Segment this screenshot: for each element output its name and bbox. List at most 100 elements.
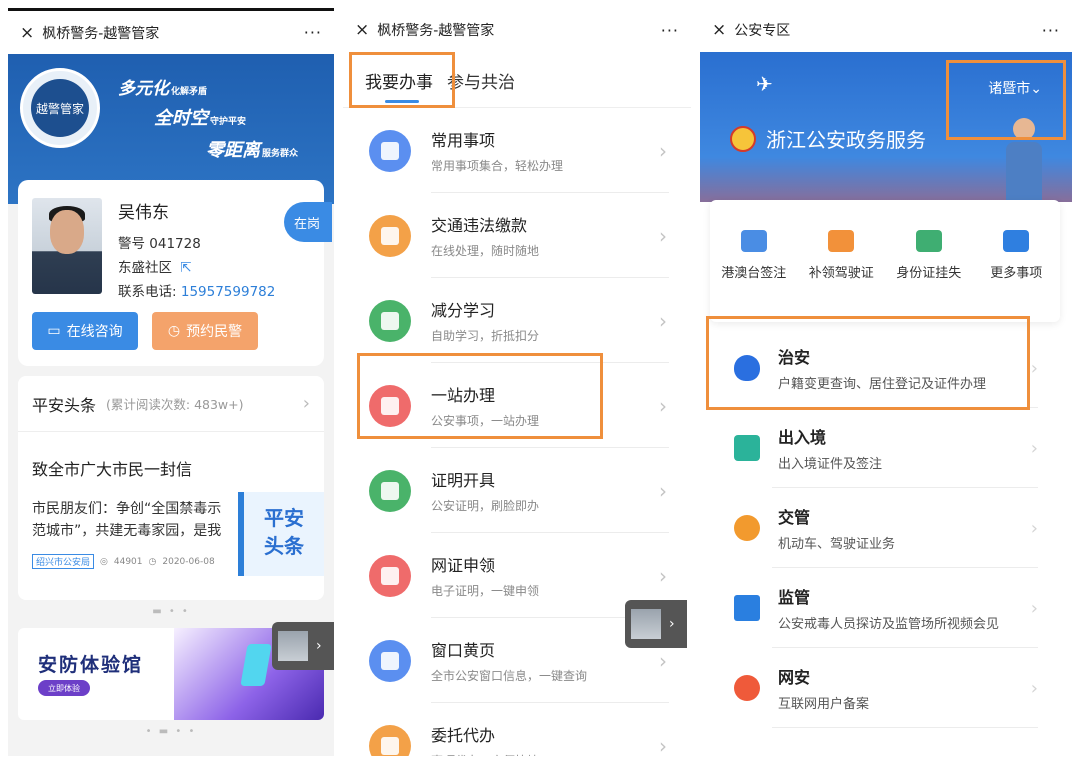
category-subtitle: 出入境证件及签注 (778, 457, 883, 472)
phone-screen-services: × 枫桥警务-越警管家 ··· 我要办事 参与共治 常用事项 常用事项集合，轻松办… (343, 8, 691, 756)
service-title: 常用事项 (431, 131, 496, 150)
service-icon (369, 214, 411, 257)
chat-icon: ▭ (47, 323, 61, 339)
news-meta: 绍兴市公安局 ◎ 44901 ◷ 2020-06-08 (32, 554, 215, 569)
dove-icon: ✈ (756, 72, 773, 96)
share-icon[interactable]: ⇱ (180, 260, 191, 276)
service-subtitle: 全市公安窗口信息，一键查询 (431, 669, 588, 683)
close-icon[interactable]: × (355, 20, 369, 40)
carousel-dots: ▬ • • (152, 606, 190, 617)
news-source: 绍兴市公安局 (32, 554, 95, 569)
service-list-item[interactable]: 委托代办事项代办，方便快捷 › (343, 703, 691, 756)
service-title: 交通违法缴款 (431, 216, 528, 235)
service-subtitle: 自助学习，折抵扣分 (431, 329, 540, 343)
carousel-dots: • ▬ • • (145, 726, 197, 737)
police-emblem-logo: 越警管家 (20, 68, 100, 148)
online-consult-button[interactable]: ▭ 在线咨询 (32, 312, 138, 350)
police-category-item[interactable]: 网安 互联网用户备案 › (700, 648, 1072, 728)
police-category-item[interactable]: 监管公安戒毒人员探访及监管场所视频会见 › (700, 568, 1072, 648)
service-icon (369, 469, 411, 512)
view-count: 44901 (113, 556, 143, 567)
slogan-line-2: 全时空 守护平安 (154, 108, 247, 129)
floating-video-thumbnail[interactable]: › (272, 622, 334, 670)
chevron-right-icon: › (659, 478, 667, 503)
topbar-title: 枫桥警务-越警管家 (42, 25, 160, 42)
close-icon[interactable]: × (712, 20, 726, 40)
floating-video-thumbnail[interactable]: › (625, 600, 687, 648)
service-title: 网证申领 (431, 556, 496, 575)
service-list-item[interactable]: 减分学习 自助学习，折抵扣分 › (343, 278, 691, 363)
chevron-right-icon: › (659, 223, 667, 248)
news-headline[interactable]: 致全市广大市民一封信 (32, 456, 192, 480)
service-list-item[interactable]: 交通违法缴款在线处理，随时随地 › (343, 193, 691, 278)
read-count: (累计阅读次数: 483w+) (106, 397, 244, 412)
quick-menu-item[interactable]: 身份证挂失 (885, 230, 973, 322)
service-subtitle: 电子证明，一键申领 (431, 584, 540, 598)
category-icon (732, 513, 762, 543)
tab-co-governance[interactable]: 参与共治 (447, 68, 515, 107)
clock-icon: ◷ (167, 323, 181, 339)
quick-menu-item[interactable]: 更多事项 (973, 230, 1061, 322)
quick-menu-item[interactable]: 补领驾驶证 (798, 230, 886, 322)
mini-program-topbar: × 枫桥警务-越警管家 ··· (343, 8, 691, 52)
slogan-line-1: 多元化 化解矛盾 (118, 79, 208, 99)
police-badge-icon (730, 125, 756, 152)
news-section-header[interactable]: 平安头条 (累计阅读次数: 483w+) › (18, 376, 324, 432)
quick-menu-item[interactable]: 港澳台签注 (710, 230, 798, 322)
topbar-title: 枫桥警务-越警管家 (377, 23, 495, 39)
chevron-right-icon: › (659, 308, 667, 333)
highlight-box (349, 52, 455, 108)
service-icon (828, 230, 855, 252)
officer-badge-number: 警号 041728 (118, 236, 201, 252)
category-title: 交管 (778, 508, 811, 527)
quick-menu-label: 港澳台签注 (721, 266, 787, 281)
highlight-box (357, 353, 603, 439)
more-menu-icon[interactable]: ··· (661, 21, 679, 40)
topbar-title: 公安专区 (734, 23, 791, 39)
eye-icon: ◎ (100, 556, 108, 567)
safety-headlines-card[interactable]: 平安头条 (累计阅读次数: 483w+) › 致全市广大市民一封信 市民朋友们：… (18, 376, 324, 600)
service-icon (369, 299, 411, 342)
chevron-right-icon: › (1030, 517, 1038, 539)
category-subtitle: 公安戒毒人员探访及监管场所视频会见 (778, 617, 1000, 632)
try-now-button[interactable]: 立即体验 (38, 680, 90, 696)
service-icon (915, 230, 942, 252)
quick-menu-label: 补领驾驶证 (808, 266, 874, 281)
mini-program-topbar: × 枫桥警务-越警管家 ··· (8, 8, 334, 54)
highlight-box (706, 316, 1030, 410)
service-title: 证明开具 (431, 471, 496, 490)
police-category-item[interactable]: 交管 机动车、驾驶证业务 › (700, 488, 1072, 568)
highlight-box (946, 60, 1066, 140)
close-icon[interactable]: × (20, 23, 34, 43)
category-icon (732, 433, 762, 463)
slogan-line-3: 零距离 服务群众 (206, 140, 299, 161)
category-title: 监管 (778, 588, 811, 607)
news-excerpt: 市民朋友们：争创“全国禁毒示范城市”，共建无毒家园，是我 (32, 501, 222, 539)
mini-program-topbar: × 公安专区 ··· (700, 8, 1072, 52)
police-category-item[interactable]: 出入境出入境证件及签注 › (700, 408, 1072, 488)
service-list-item[interactable]: 常用事项 常用事项集合，轻松办理 › (343, 108, 691, 193)
quick-menu-label: 更多事项 (990, 266, 1043, 281)
chevron-right-icon: › (659, 733, 667, 757)
service-subtitle: 事项代办，方便快捷 (431, 752, 539, 756)
phone-number-link[interactable]: 15957599782 (181, 284, 275, 300)
officer-name: 吴伟东 (118, 203, 169, 223)
phone-screen-police-housekeeper: × 枫桥警务-越警管家 ··· 越警管家 多元化 化解矛盾 全时空 守护平安 零距离… (8, 8, 334, 756)
chevron-right-icon: › (659, 393, 667, 418)
officer-avatar (32, 198, 102, 294)
chevron-right-icon: › (1030, 597, 1038, 619)
service-subtitle: 在线处理，随时随地 (431, 244, 540, 258)
banner-title: 浙江公安政务服务 (730, 124, 926, 153)
more-menu-icon[interactable]: ··· (1042, 21, 1060, 40)
news-date: 2020-06-08 (162, 556, 215, 567)
category-title: 出入境 (778, 428, 827, 447)
chevron-right-icon: › (1030, 437, 1038, 459)
service-icon (369, 554, 411, 597)
category-subtitle: 互联网用户备案 (778, 697, 870, 712)
service-list-item[interactable]: 证明开具 公安证明，刷脸即办 › (343, 448, 691, 533)
more-menu-icon[interactable]: ··· (304, 23, 322, 42)
service-icon (369, 639, 411, 682)
chevron-right-icon: › (669, 616, 675, 632)
book-officer-button[interactable]: ◷ 预约民警 (152, 312, 258, 350)
category-icon (732, 673, 762, 703)
